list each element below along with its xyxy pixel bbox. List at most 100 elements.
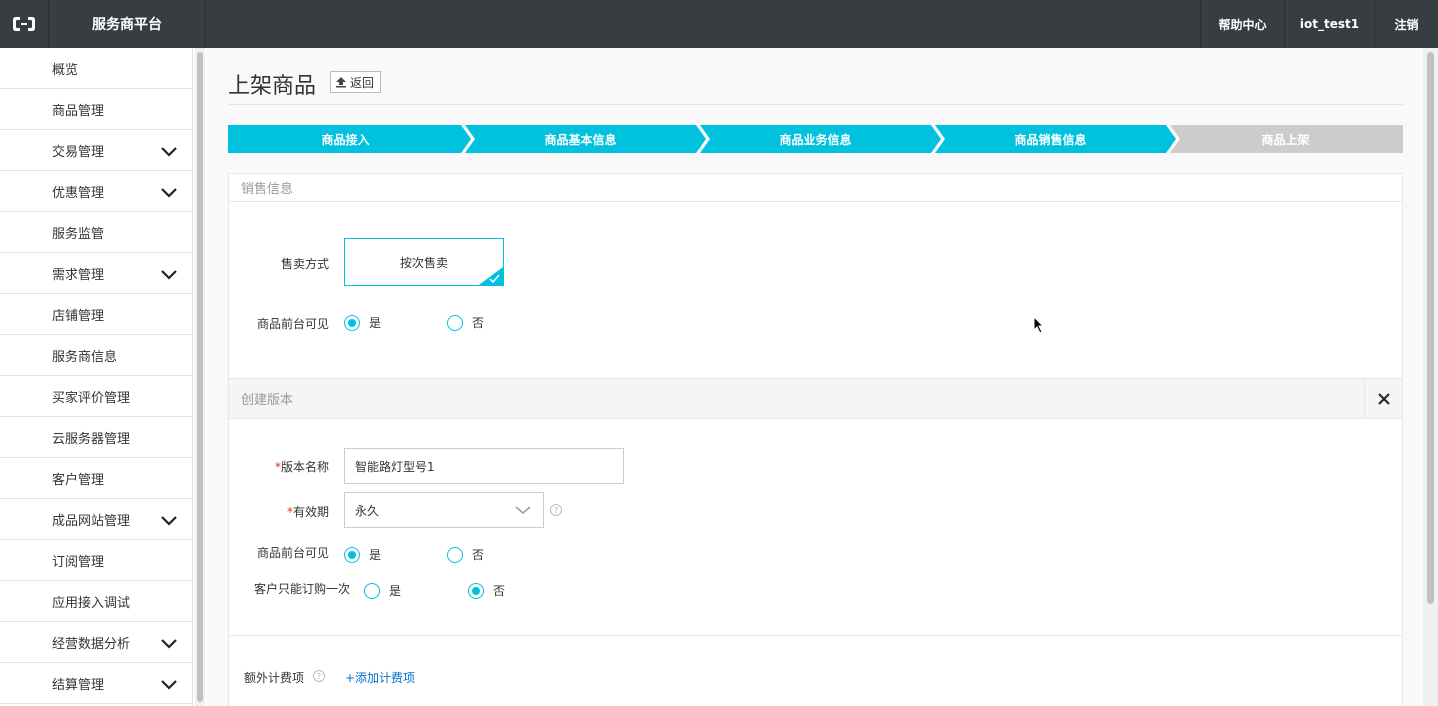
- page-title: 上架商品: [228, 74, 317, 99]
- chevron-down-icon: [515, 506, 531, 514]
- order-once-yes-radio[interactable]: 是: [364, 582, 401, 599]
- sidebar-item-label: 成品网站管理: [52, 513, 131, 529]
- top-nav: 帮助中心 iot_test1 注销: [1200, 0, 1438, 48]
- sidebar-item-7[interactable]: 服务商信息: [0, 335, 192, 376]
- sidebar-item-14[interactable]: 经营数据分析: [0, 622, 192, 663]
- radio-label: 否: [472, 548, 485, 562]
- version-name-input[interactable]: 智能路灯型号1: [344, 448, 624, 484]
- sidebar-item-5[interactable]: 需求管理: [0, 253, 192, 294]
- main-scrollbar[interactable]: [1423, 48, 1438, 706]
- sidebar-scrollbar[interactable]: [195, 48, 205, 706]
- sales-info-card: 销售信息 售卖方式 按次售卖 商品前台可见 是 否: [228, 173, 1403, 379]
- sidebar-item-6[interactable]: 店铺管理: [0, 294, 192, 335]
- sidebar-item-13[interactable]: 应用接入调试: [0, 581, 192, 622]
- sidebar: 概览商品管理交易管理优惠管理服务监管需求管理店铺管理服务商信息买家评价管理 云服务…: [0, 48, 193, 706]
- order-once-no-radio[interactable]: 否: [468, 582, 505, 599]
- validity-label-text: 有效期: [292, 505, 329, 519]
- version-name-label: *版本名称: [229, 458, 329, 475]
- order-once-label: 客户只能订购一次: [253, 582, 350, 596]
- step-label-0: 商品接入: [321, 132, 370, 147]
- sidebar-item-15[interactable]: 结算管理: [0, 663, 192, 704]
- chevron-down-icon[interactable]: [160, 675, 178, 693]
- sidebar-item-2[interactable]: 交易管理: [0, 130, 192, 171]
- sidebar-item-label: 交易管理: [52, 144, 105, 160]
- radio-checked-icon: [468, 582, 484, 599]
- sidebar-item-label: 需求管理: [52, 267, 105, 283]
- radio-label: 否: [472, 316, 485, 330]
- sidebar-item-label: 经营数据分析: [52, 636, 131, 652]
- platform-title[interactable]: 服务商平台: [48, 0, 206, 48]
- front-visible-label: 商品前台可见: [256, 317, 329, 331]
- main-scrollbar-thumb[interactable]: [1427, 52, 1434, 604]
- close-version-button[interactable]: [1364, 379, 1402, 419]
- create-version-header: 创建版本: [229, 379, 1402, 419]
- help-center-link[interactable]: 帮助中心: [1200, 0, 1284, 48]
- sidebar-scrollbar-thumb[interactable]: [197, 52, 203, 702]
- radio-unchecked-icon: [447, 546, 463, 563]
- sales-info-header: 销售信息: [229, 174, 1402, 202]
- radio-label: 是: [369, 548, 382, 562]
- back-button-label: 返回: [350, 75, 375, 90]
- top-bar: 服务商平台 帮助中心 iot_test1 注销: [0, 0, 1438, 48]
- selected-check-icon: [479, 267, 503, 285]
- sidebar-item-label: 概览: [52, 62, 79, 78]
- sidebar-item-9[interactable]: 云服务器管理: [0, 417, 192, 458]
- sidebar-item-3[interactable]: 优惠管理: [0, 171, 192, 212]
- chevron-down-icon[interactable]: [160, 634, 178, 652]
- front-visible-no-radio[interactable]: 否: [447, 314, 484, 331]
- chevron-down-icon[interactable]: [160, 265, 178, 283]
- radio-checked-icon: [344, 314, 360, 331]
- sidebar-item-10[interactable]: 客户管理: [0, 458, 192, 499]
- front-visible-yes-radio[interactable]: 是: [344, 314, 381, 331]
- logout-link[interactable]: 注销: [1374, 0, 1438, 48]
- sidebar-item-label: 应用接入调试: [52, 595, 131, 611]
- sidebar-item-label: 客户管理: [52, 472, 105, 488]
- sidebar-item-11[interactable]: 成品网站管理: [0, 499, 192, 540]
- radio-label: 是: [389, 584, 402, 598]
- extra-fee-label: 额外计费项: [244, 671, 305, 685]
- version-name-label-text: 版本名称: [280, 460, 329, 474]
- chevron-down-icon[interactable]: [160, 142, 178, 160]
- step-label-3: 商品销售信息: [1014, 132, 1087, 147]
- sidebar-item-label: 买家评价管理: [52, 390, 131, 406]
- sidebar-item-12[interactable]: 订阅管理: [0, 540, 192, 581]
- chevron-down-icon[interactable]: [160, 183, 178, 201]
- radio-unchecked-icon: [447, 314, 463, 331]
- user-account-link[interactable]: iot_test1: [1284, 0, 1374, 48]
- page-header: 上架商品 返回: [228, 66, 1403, 105]
- create-version-title: 创建版本: [241, 393, 294, 408]
- sale-mode-label: 售卖方式: [280, 257, 329, 271]
- validity-value: 永久: [355, 503, 380, 518]
- main-content: 上架商品 返回 商品接入 商品基本信息 商品业务信息 商品销售信息 商品上架 销售信息 …: [207, 48, 1423, 706]
- back-button[interactable]: 返回: [330, 71, 382, 93]
- sidebar-item-8[interactable]: 买家评价管理: [0, 376, 192, 417]
- sidebar-item-label: 优惠管理: [52, 185, 105, 201]
- validity-label: *有效期: [229, 503, 329, 520]
- sidebar-item-0[interactable]: 概览: [0, 48, 192, 89]
- sidebar-item-label: 云服务器管理: [52, 431, 131, 447]
- create-version-card: 创建版本 *版本名称 智能路灯型号1 *有效期 永久 ? 商品前台可见 是 否 …: [228, 379, 1403, 706]
- validity-help-icon[interactable]: ?: [550, 504, 562, 516]
- radio-checked-icon: [344, 546, 360, 563]
- extra-fee-help-icon[interactable]: ?: [313, 670, 325, 682]
- aliyun-logo-icon[interactable]: [0, 0, 48, 48]
- version-visible-yes-radio[interactable]: 是: [344, 546, 381, 563]
- step-progress: 商品接入 商品基本信息 商品业务信息 商品销售信息 商品上架: [228, 125, 1403, 153]
- sale-mode-option-per-use[interactable]: 按次售卖: [344, 238, 504, 286]
- step-label-1: 商品基本信息: [544, 132, 617, 147]
- mouse-cursor-icon: [1033, 316, 1045, 334]
- validity-select[interactable]: 永久: [344, 492, 544, 528]
- add-fee-item-link[interactable]: +添加计费项: [345, 669, 415, 686]
- radio-label: 是: [369, 316, 382, 330]
- sidebar-item-4[interactable]: 服务监管: [0, 212, 192, 253]
- close-icon: [1377, 393, 1390, 405]
- sidebar-item-label: 订阅管理: [52, 554, 105, 570]
- sidebar-item-label: 结算管理: [52, 677, 105, 693]
- sidebar-item-label: 店铺管理: [52, 308, 105, 324]
- chevron-down-icon[interactable]: [160, 511, 178, 529]
- sidebar-item-1[interactable]: 商品管理: [0, 89, 192, 130]
- version-visible-no-radio[interactable]: 否: [447, 546, 484, 563]
- version-name-value: 智能路灯型号1: [355, 459, 435, 474]
- sidebar-item-label: 商品管理: [52, 103, 105, 119]
- step-label-4: 商品上架: [1261, 132, 1310, 147]
